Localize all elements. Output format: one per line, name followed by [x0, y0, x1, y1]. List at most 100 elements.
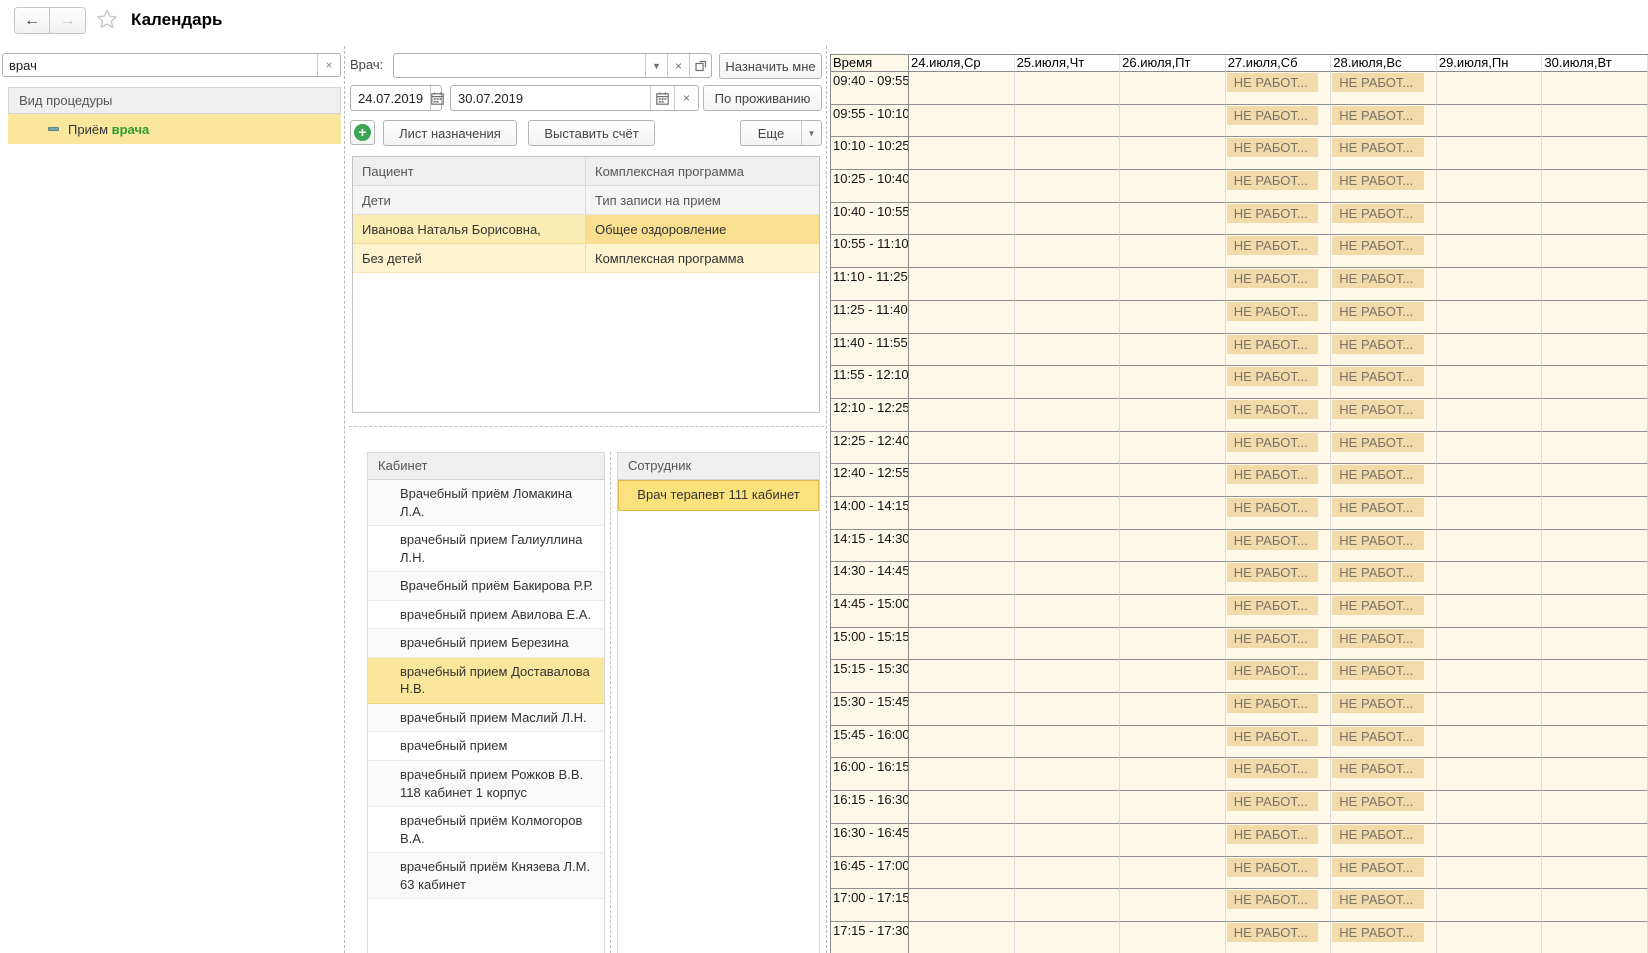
- calendar-slot-cell[interactable]: [1015, 628, 1121, 661]
- calendar-slot-cell[interactable]: [1542, 334, 1648, 367]
- calendar-slot-cell[interactable]: [1542, 824, 1648, 857]
- left-splitter[interactable]: [344, 46, 345, 953]
- calendar-slot-cell[interactable]: [1015, 726, 1121, 759]
- calendar-slot-cell[interactable]: [1437, 366, 1543, 399]
- calendar-slot-cell[interactable]: НЕ РАБОТ...: [1226, 301, 1332, 334]
- calendar-slot-cell[interactable]: [1542, 399, 1648, 432]
- calendar-slot-cell[interactable]: НЕ РАБОТ...: [1226, 497, 1332, 530]
- calendar-slot-cell[interactable]: [1542, 758, 1648, 791]
- calendar-slot-cell[interactable]: [1120, 824, 1226, 857]
- calendar-slot-cell[interactable]: [1015, 824, 1121, 857]
- calendar-slot-cell[interactable]: НЕ РАБОТ...: [1226, 791, 1332, 824]
- calendar-slot-cell[interactable]: [1437, 889, 1543, 922]
- calendar-slot-cell[interactable]: [1120, 105, 1226, 138]
- cabinet-list-item[interactable]: Врачебный приём Бакирова Р.Р.: [368, 572, 604, 601]
- calendar-slot-cell[interactable]: [909, 889, 1015, 922]
- date-to-calendar-button[interactable]: [650, 86, 674, 110]
- calendar-slot-cell[interactable]: [1437, 301, 1543, 334]
- calendar-slot-cell[interactable]: [1437, 791, 1543, 824]
- calendar-slot-cell[interactable]: [1120, 530, 1226, 563]
- cabinet-list-item[interactable]: врачебный прием Галиуллина Л.Н.: [368, 526, 604, 572]
- calendar-slot-cell[interactable]: [1437, 432, 1543, 465]
- calendar-slot-cell[interactable]: [909, 497, 1015, 530]
- horizontal-splitter[interactable]: [349, 426, 824, 427]
- calendar-slot-cell[interactable]: [909, 170, 1015, 203]
- calendar-slot-cell[interactable]: [1542, 530, 1648, 563]
- date-from-calendar-button[interactable]: [430, 86, 444, 110]
- calendar-slot-cell[interactable]: [909, 301, 1015, 334]
- calendar-slot-cell[interactable]: [1437, 399, 1543, 432]
- calendar-slot-cell[interactable]: НЕ РАБОТ...: [1226, 366, 1332, 399]
- calendar-slot-cell[interactable]: [1542, 301, 1648, 334]
- calendar-slot-cell[interactable]: НЕ РАБОТ...: [1226, 399, 1332, 432]
- calendar-slot-cell[interactable]: [1437, 660, 1543, 693]
- calendar-slot-cell[interactable]: [1542, 203, 1648, 236]
- calendar-slot-cell[interactable]: НЕ РАБОТ...: [1226, 857, 1332, 890]
- tree-collapse-icon[interactable]: [48, 127, 59, 131]
- calendar-slot-cell[interactable]: НЕ РАБОТ...: [1331, 693, 1437, 726]
- calendar-slot-cell[interactable]: [1120, 660, 1226, 693]
- calendar-slot-cell[interactable]: [1015, 170, 1121, 203]
- calendar-slot-cell[interactable]: НЕ РАБОТ...: [1226, 562, 1332, 595]
- procedure-tree-item-selected[interactable]: Приём врача: [8, 114, 341, 144]
- calendar-slot-cell[interactable]: [909, 530, 1015, 563]
- calendar-slot-cell[interactable]: [1015, 889, 1121, 922]
- calendar-slot-cell[interactable]: [1542, 562, 1648, 595]
- calendar-slot-cell[interactable]: [1437, 562, 1543, 595]
- calendar-slot-cell[interactable]: НЕ РАБОТ...: [1331, 660, 1437, 693]
- calendar-slot-cell[interactable]: НЕ РАБОТ...: [1331, 268, 1437, 301]
- calendar-slot-cell[interactable]: [1015, 693, 1121, 726]
- calendar-slot-cell[interactable]: [1437, 203, 1543, 236]
- calendar-slot-cell[interactable]: [1542, 432, 1648, 465]
- calendar-slot-cell[interactable]: [1437, 72, 1543, 105]
- calendar-slot-cell[interactable]: [1120, 497, 1226, 530]
- back-button[interactable]: ←: [15, 8, 50, 33]
- cabinet-list-item[interactable]: врачебный прием Березина: [368, 629, 604, 658]
- calendar-slot-cell[interactable]: [909, 562, 1015, 595]
- calendar-slot-cell[interactable]: [1542, 595, 1648, 628]
- calendar-slot-cell[interactable]: [1542, 170, 1648, 203]
- calendar-slot-cell[interactable]: [909, 105, 1015, 138]
- calendar-slot-cell[interactable]: [909, 628, 1015, 661]
- calendar-slot-cell[interactable]: [1437, 235, 1543, 268]
- calendar-slot-cell[interactable]: [1015, 857, 1121, 890]
- calendar-slot-cell[interactable]: [909, 334, 1015, 367]
- calendar-slot-cell[interactable]: [1542, 791, 1648, 824]
- calendar-slot-cell[interactable]: [1437, 334, 1543, 367]
- cabinet-list-item[interactable]: врачебный прием: [368, 732, 604, 761]
- calendar-slot-cell[interactable]: НЕ РАБОТ...: [1226, 758, 1332, 791]
- calendar-slot-cell[interactable]: НЕ РАБОТ...: [1331, 726, 1437, 759]
- patient-cell[interactable]: Без детей: [353, 244, 586, 273]
- add-appointment-button[interactable]: +: [350, 120, 375, 145]
- calendar-slot-cell[interactable]: [1437, 628, 1543, 661]
- calendar-slot-cell[interactable]: [909, 268, 1015, 301]
- calendar-slot-cell[interactable]: [1542, 922, 1648, 953]
- calendar-slot-cell[interactable]: НЕ РАБОТ...: [1226, 726, 1332, 759]
- calendar-slot-cell[interactable]: [1542, 889, 1648, 922]
- calendar-slot-cell[interactable]: НЕ РАБОТ...: [1331, 72, 1437, 105]
- calendar-slot-cell[interactable]: [1542, 693, 1648, 726]
- calendar-slot-cell[interactable]: НЕ РАБОТ...: [1331, 203, 1437, 236]
- calendar-slot-cell[interactable]: [1120, 203, 1226, 236]
- calendar-slot-cell[interactable]: [1437, 726, 1543, 759]
- calendar-slot-cell[interactable]: [1437, 497, 1543, 530]
- calendar-slot-cell[interactable]: [1542, 660, 1648, 693]
- calendar-slot-cell[interactable]: [1542, 268, 1648, 301]
- calendar-slot-cell[interactable]: НЕ РАБОТ...: [1226, 72, 1332, 105]
- calendar-slot-cell[interactable]: НЕ РАБОТ...: [1331, 432, 1437, 465]
- date-to-value[interactable]: 30.07.2019: [451, 86, 650, 110]
- calendar-slot-cell[interactable]: [1015, 922, 1121, 953]
- calendar-slot-cell[interactable]: [1015, 334, 1121, 367]
- calendar-slot-cell[interactable]: [1542, 366, 1648, 399]
- calendar-slot-cell[interactable]: [1120, 464, 1226, 497]
- forward-button[interactable]: →: [50, 8, 85, 33]
- calendar-slot-cell[interactable]: [1120, 72, 1226, 105]
- calendar-slot-cell[interactable]: [909, 464, 1015, 497]
- calendar-slot-cell[interactable]: [1542, 857, 1648, 890]
- calendar-slot-cell[interactable]: [1120, 857, 1226, 890]
- prescription-sheet-button[interactable]: Лист назначения: [383, 120, 517, 146]
- calendar-slot-cell[interactable]: [909, 137, 1015, 170]
- calendar-slot-cell[interactable]: [909, 660, 1015, 693]
- calendar-slot-cell[interactable]: [1437, 137, 1543, 170]
- calendar-slot-cell[interactable]: НЕ РАБОТ...: [1226, 137, 1332, 170]
